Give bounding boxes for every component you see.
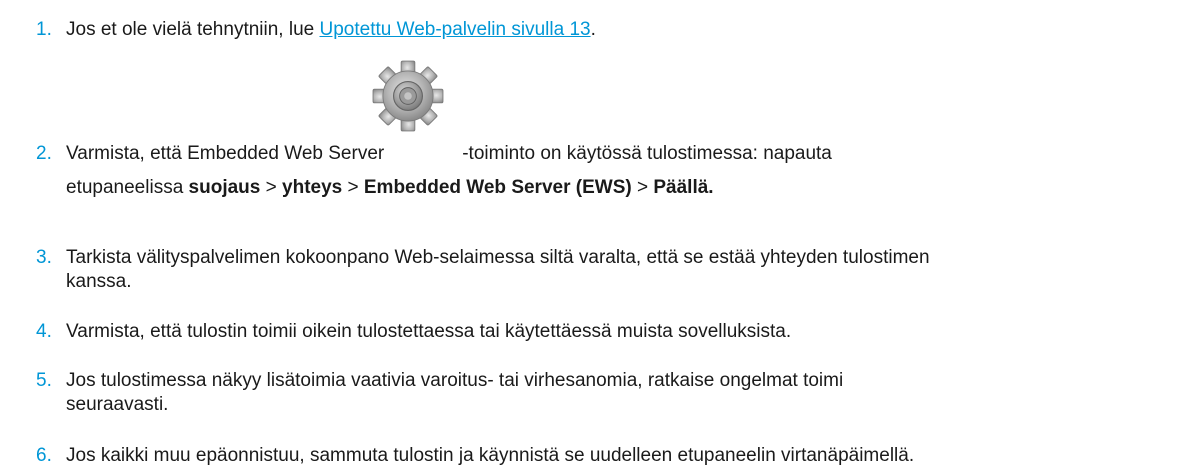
step-5-line-1: Jos tulostimessa näkyy lisätoimia vaativ… bbox=[66, 370, 844, 391]
step-text: Tarkista välityspalvelimen kokoonpano We… bbox=[66, 246, 1169, 294]
menu-path-prefix: etupaneelissa bbox=[66, 177, 189, 198]
step-5-line-2: seuraavasti. bbox=[66, 394, 169, 415]
step-number: 2. bbox=[36, 143, 52, 164]
step-number: 5. bbox=[36, 370, 52, 391]
menu-on: Päällä. bbox=[653, 177, 714, 198]
step-1-end: . bbox=[590, 19, 596, 40]
step-1-text: Jos et ole vielä tehnytniin, lue bbox=[66, 19, 320, 40]
step-text: Jos kaikki muu epäonnistuu, sammuta tulo… bbox=[66, 445, 915, 466]
path-separator: > bbox=[631, 177, 654, 198]
menu-ews: Embedded Web Server (EWS) bbox=[363, 177, 632, 198]
step-3-line-1: Tarkista välityspalvelimen kokoonpano We… bbox=[66, 247, 930, 268]
menu-connectivity: yhteys bbox=[282, 177, 343, 198]
step-number: 1. bbox=[36, 19, 52, 40]
step-text: Varmista, että Embedded Web Server -toimi… bbox=[66, 142, 1169, 200]
menu-path: etupaneelissa suojaus > yhteys > Embedde… bbox=[66, 176, 1169, 200]
path-separator: > bbox=[260, 177, 283, 198]
step-text: Varmista, että tulostin toimii oikein tu… bbox=[66, 321, 792, 342]
path-separator: > bbox=[342, 177, 364, 198]
step-2-text-b: -toiminto on käytössä tulostimessa: napa… bbox=[462, 143, 832, 164]
ews-page-link[interactable]: Upotettu Web-palvelin sivulla 13 bbox=[320, 19, 591, 40]
step-2-text-a: Varmista, että Embedded Web Server bbox=[66, 143, 385, 164]
step-3-line-2: kanssa. bbox=[66, 271, 132, 292]
step-text: Jos tulostimessa näkyy lisätoimia vaativ… bbox=[66, 369, 1169, 417]
step-number: 3. bbox=[36, 247, 52, 268]
step-number: 6. bbox=[36, 445, 52, 466]
step-number: 4. bbox=[36, 321, 52, 342]
step-text: Jos et ole vielä tehnytniin, lue Upotett… bbox=[66, 18, 1169, 42]
menu-security: suojaus bbox=[188, 177, 261, 198]
gear-icon bbox=[372, 60, 444, 132]
